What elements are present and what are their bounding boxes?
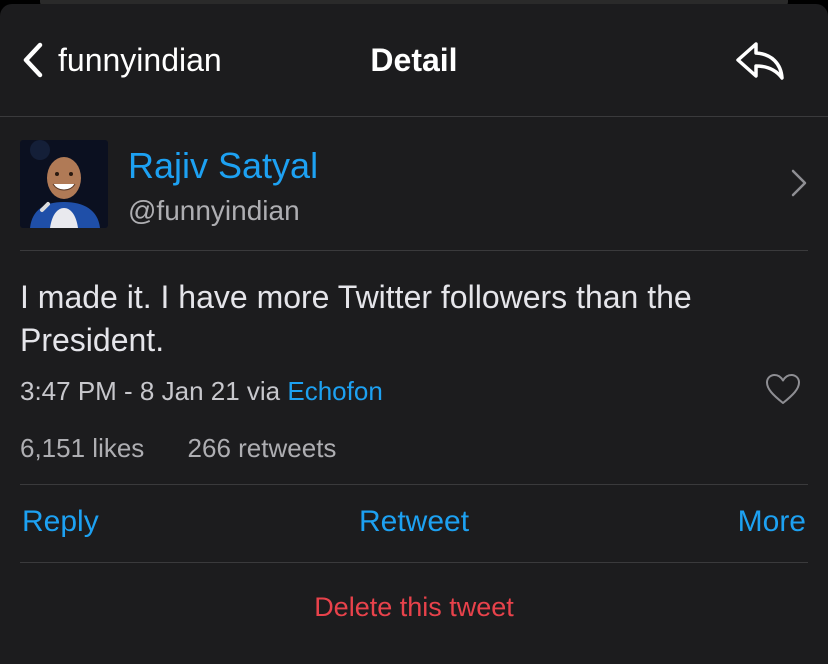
likes-count[interactable]: 6,151 likes [20, 433, 144, 463]
tweet-meta: 3:47 PM - 8 Jan 21 via Echofon [20, 374, 383, 408]
chevron-right-icon [791, 169, 807, 197]
more-button[interactable]: More [738, 502, 806, 542]
user-handle: @funnyindian [128, 195, 300, 226]
page-title: Detail [370, 42, 458, 78]
detail-sheet: funnyindian Detail Rajiv Satyal @funnyin… [0, 4, 828, 664]
heart-outline-icon [766, 374, 800, 404]
tweet-source-link[interactable]: Echofon [287, 376, 382, 406]
tweet-stats: 6,151 likes 266 retweets [20, 428, 808, 485]
like-button[interactable] [764, 372, 802, 406]
retweet-button[interactable]: Retweet [359, 505, 469, 538]
retweet-action: Retweet [20, 502, 808, 542]
display-name: Rajiv Satyal [128, 145, 319, 186]
action-bar: Reply Retweet More [20, 486, 808, 563]
avatar [20, 140, 108, 228]
reply-button[interactable]: Reply [22, 502, 99, 542]
tweet-text: I made it. I have more Twitter followers… [20, 279, 692, 358]
navigation-bar: funnyindian Detail [0, 4, 828, 117]
delete-tweet-button[interactable]: Delete this tweet [314, 592, 514, 622]
profile-row[interactable]: Rajiv Satyal @funnyindian [20, 138, 808, 251]
retweets-count[interactable]: 266 retweets [188, 433, 337, 463]
tweet-timestamp: 3:47 PM - 8 Jan 21 via [20, 376, 281, 406]
delete-row: Delete this tweet [0, 590, 828, 624]
reply-nav-button[interactable] [734, 40, 788, 82]
reply-arrow-icon [736, 42, 784, 80]
